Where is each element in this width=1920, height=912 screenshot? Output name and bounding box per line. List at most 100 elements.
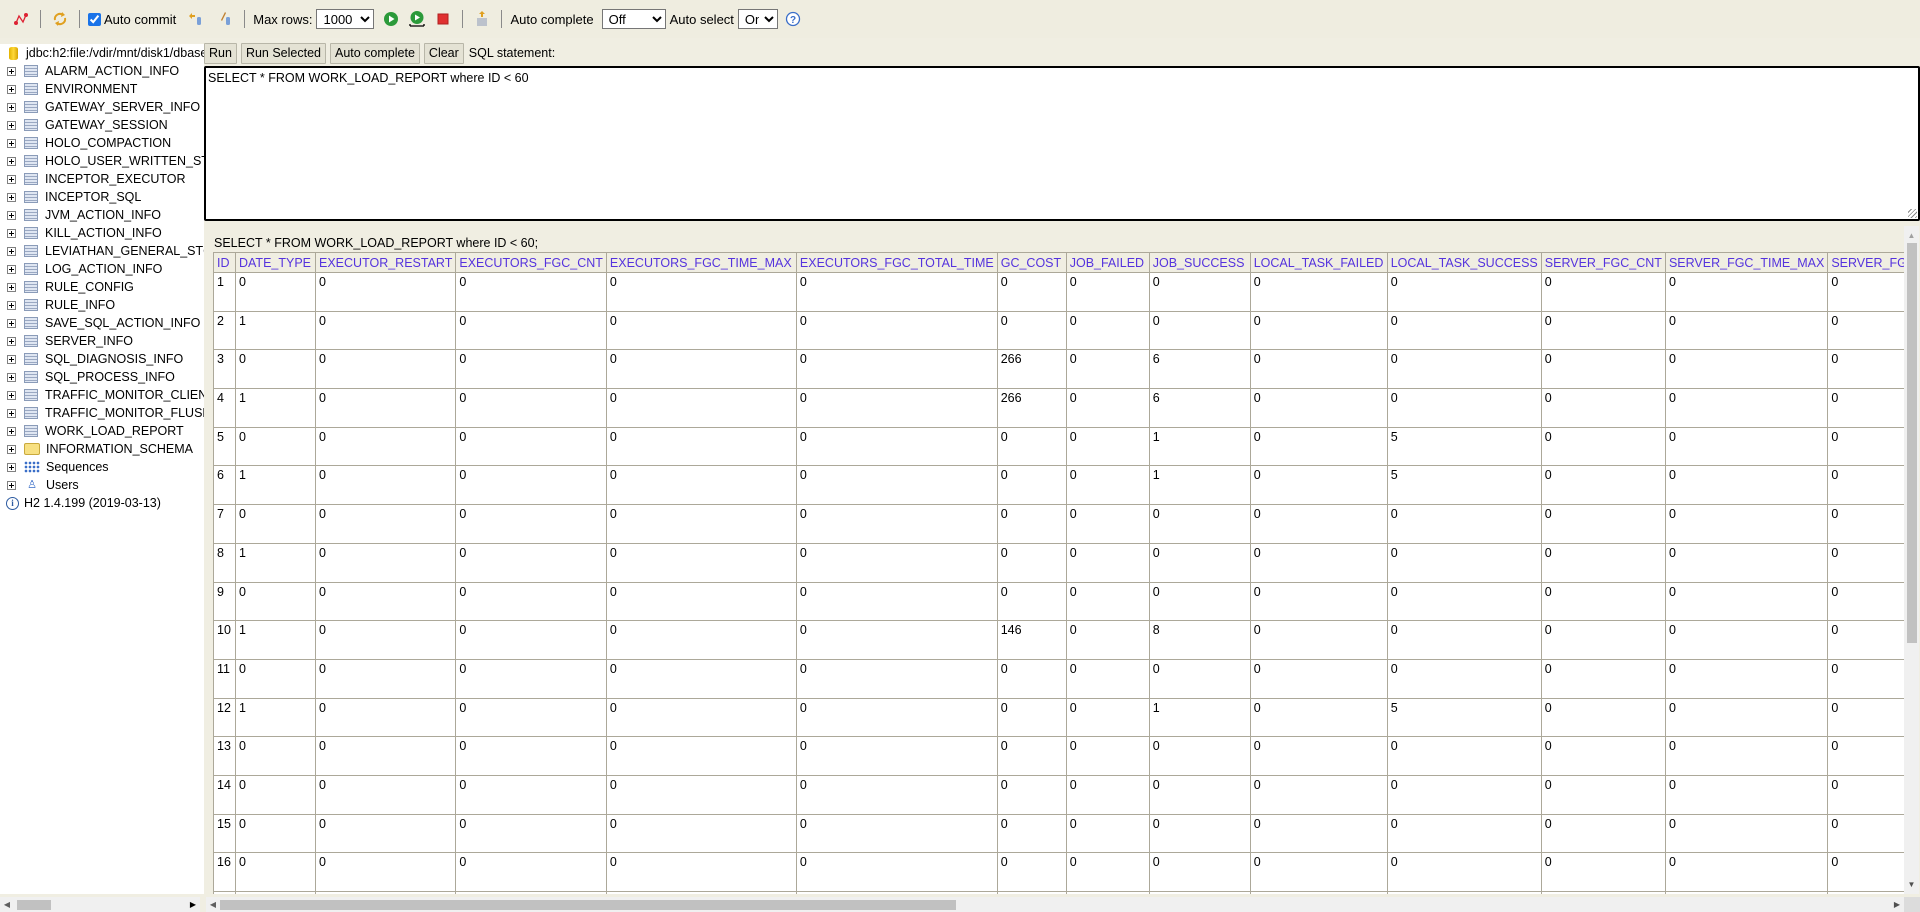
expand-icon[interactable]: [7, 66, 16, 76]
expand-icon[interactable]: [7, 372, 16, 382]
expand-icon[interactable]: [7, 390, 16, 400]
tree-node-table[interactable]: WORK_LOAD_REPORT: [0, 422, 204, 440]
expand-icon[interactable]: [7, 282, 16, 292]
column-header[interactable]: LOCAL_TASK_SUCCESS: [1386, 252, 1542, 273]
column-header[interactable]: EXECUTORS_FGC_TIME_MAX: [605, 252, 797, 273]
history-icon[interactable]: [471, 8, 493, 30]
tree-node-table[interactable]: HOLO_COMPACTION: [0, 134, 204, 152]
results-vertical-scrollbar[interactable]: ▲ ▼: [1904, 226, 1919, 894]
auto-complete-button[interactable]: Auto complete: [330, 42, 420, 64]
expand-icon[interactable]: [7, 210, 16, 220]
run-selected-button[interactable]: Run Selected: [240, 42, 326, 64]
tree-node-table[interactable]: RULE_INFO: [0, 296, 204, 314]
scroll-left-icon[interactable]: ◀: [0, 897, 14, 912]
stop-icon[interactable]: [432, 8, 454, 30]
tree-horizontal-scrollbar[interactable]: ◀ ▶: [0, 897, 200, 912]
expand-icon[interactable]: [7, 480, 16, 490]
scroll-up-icon[interactable]: ▲: [1904, 228, 1919, 243]
tree-node-table[interactable]: SERVER_INFO: [0, 332, 204, 350]
run-icon[interactable]: [380, 8, 402, 30]
tree-node-table[interactable]: GATEWAY_SERVER_INFO: [0, 98, 204, 116]
table-cell: 0: [605, 697, 797, 738]
tree-node-users[interactable]: ♙ Users: [0, 476, 204, 494]
resize-grip-icon[interactable]: [1908, 209, 1917, 218]
expand-icon[interactable]: [7, 228, 16, 238]
connection-node[interactable]: jdbc:h2:file:/vdir/mnt/disk1/dbase: [0, 44, 204, 62]
auto-commit-checkbox[interactable]: Auto commit: [88, 12, 176, 27]
scroll-right-icon[interactable]: ▶: [1890, 897, 1904, 912]
expand-icon[interactable]: [7, 174, 16, 184]
commit-icon[interactable]: [214, 8, 236, 30]
column-header[interactable]: EXECUTORS_FGC_CNT: [455, 252, 607, 273]
tree-node-table[interactable]: HOLO_USER_WRITTEN_ST: [0, 152, 204, 170]
expand-icon[interactable]: [7, 336, 16, 346]
expand-icon[interactable]: [7, 354, 16, 364]
rollback-icon[interactable]: [184, 8, 206, 30]
table-cell: 0: [1540, 697, 1666, 738]
column-header[interactable]: DATE_TYPE: [235, 252, 316, 273]
table-cell: 0: [1540, 388, 1666, 428]
table-cell: [1540, 891, 1666, 894]
expand-icon[interactable]: [7, 462, 16, 472]
scroll-left-icon[interactable]: ◀: [206, 897, 220, 912]
tree-node-table[interactable]: INCEPTOR_SQL: [0, 188, 204, 206]
scroll-right-icon[interactable]: ▶: [186, 897, 200, 912]
tree-node-table[interactable]: KILL_ACTION_INFO: [0, 224, 204, 242]
tree-node-table[interactable]: LEVIATHAN_GENERAL_STC: [0, 242, 204, 260]
scrollbar-thumb[interactable]: [1907, 243, 1917, 643]
expand-icon[interactable]: [7, 300, 16, 310]
column-header[interactable]: SERVER_FGC_TIME_MAX: [1664, 252, 1829, 273]
expand-icon[interactable]: [7, 120, 16, 130]
expand-icon[interactable]: [7, 138, 16, 148]
sql-statement-input[interactable]: SELECT * FROM WORK_LOAD_REPORT where ID …: [204, 66, 1920, 221]
column-header[interactable]: JOB_SUCCESS: [1148, 252, 1251, 273]
expand-icon[interactable]: [7, 408, 16, 418]
disconnect-icon[interactable]: [10, 8, 32, 30]
column-header[interactable]: EXECUTOR_RESTART: [314, 252, 457, 273]
scroll-down-icon[interactable]: ▼: [1904, 877, 1919, 892]
expand-icon[interactable]: [7, 192, 16, 202]
column-header[interactable]: JOB_FAILED: [1065, 252, 1150, 273]
expand-icon[interactable]: [7, 318, 16, 328]
tree-node-table[interactable]: ENVIRONMENT: [0, 80, 204, 98]
scrollbar-thumb[interactable]: [17, 900, 51, 910]
results-horizontal-scrollbar[interactable]: ◀ ▶: [206, 897, 1904, 912]
column-header[interactable]: SERVER_FGC_CNT: [1540, 252, 1666, 273]
expand-icon[interactable]: [7, 102, 16, 112]
table-cell: 0: [1827, 774, 1904, 815]
expand-icon[interactable]: [7, 84, 16, 94]
tree-node-table[interactable]: ALARM_ACTION_INFO: [0, 62, 204, 80]
expand-icon[interactable]: [7, 426, 16, 436]
tree-node-table[interactable]: SAVE_SQL_ACTION_INFO: [0, 314, 204, 332]
auto-select-select[interactable]: On: [737, 9, 778, 29]
tree-node-table[interactable]: TRAFFIC_MONITOR_FLUSH: [0, 404, 204, 422]
run-selected-icon[interactable]: [406, 8, 428, 30]
tree-node-table[interactable]: RULE_CONFIG: [0, 278, 204, 296]
clear-button[interactable]: Clear: [423, 42, 464, 64]
tree-node-information-schema[interactable]: INFORMATION_SCHEMA: [0, 440, 204, 458]
auto-commit-input[interactable]: [88, 12, 101, 26]
auto-complete-select[interactable]: Off: [601, 9, 666, 29]
tree-node-sequences[interactable]: Sequences: [0, 458, 204, 476]
tree-node-table[interactable]: LOG_ACTION_INFO: [0, 260, 204, 278]
expand-icon[interactable]: [7, 246, 16, 256]
column-header[interactable]: GC_COST: [996, 252, 1067, 273]
refresh-icon[interactable]: [49, 8, 71, 30]
tree-node-table[interactable]: INCEPTOR_EXECUTOR: [0, 170, 204, 188]
column-header[interactable]: EXECUTORS_FGC_TOTAL_TIME: [795, 252, 998, 273]
expand-icon[interactable]: [7, 444, 16, 454]
column-header[interactable]: ID: [213, 252, 236, 273]
expand-icon[interactable]: [7, 264, 16, 274]
column-header[interactable]: LOCAL_TASK_FAILED: [1249, 252, 1388, 273]
scrollbar-thumb[interactable]: [220, 900, 956, 910]
tree-node-table[interactable]: SQL_DIAGNOSIS_INFO: [0, 350, 204, 368]
tree-node-table[interactable]: GATEWAY_SESSION: [0, 116, 204, 134]
tree-node-table[interactable]: SQL_PROCESS_INFO: [0, 368, 204, 386]
tree-node-table[interactable]: JVM_ACTION_INFO: [0, 206, 204, 224]
max-rows-select[interactable]: 1000: [316, 9, 375, 29]
tree-node-table[interactable]: TRAFFIC_MONITOR_CLIEN: [0, 386, 204, 404]
expand-icon[interactable]: [7, 156, 16, 166]
help-icon[interactable]: ?: [782, 8, 804, 30]
run-button[interactable]: Run: [204, 42, 237, 64]
column-header[interactable]: SERVER_FGC_: [1827, 252, 1904, 273]
